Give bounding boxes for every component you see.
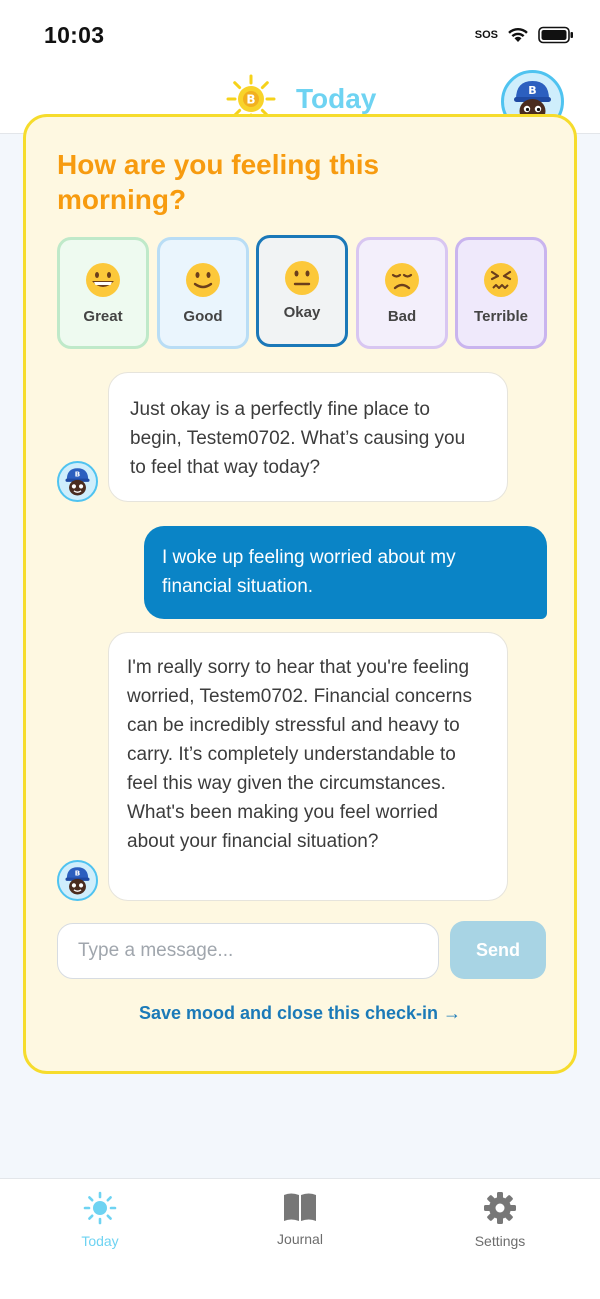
confounded-face-icon [484, 263, 518, 297]
mood-option-good[interactable]: Good [157, 237, 249, 349]
battery-icon [538, 26, 573, 44]
grinning-face-icon [86, 263, 120, 297]
tab-settings[interactable]: Settings [440, 1191, 560, 1249]
tab-today[interactable]: Today [40, 1191, 160, 1249]
status-time: 10:03 [44, 22, 105, 48]
mood-label: Great [83, 308, 123, 325]
svg-text:B: B [75, 470, 80, 479]
bot-avatar: B [57, 461, 98, 502]
message-input[interactable]: Type a message... [57, 923, 439, 979]
mood-option-bad[interactable]: Bad [356, 237, 448, 349]
tab-label: Today [81, 1233, 119, 1249]
smiling-face-icon [186, 263, 220, 297]
page-title: Today [296, 83, 377, 114]
tab-journal[interactable]: Journal [240, 1191, 360, 1247]
gear-icon [484, 1192, 516, 1224]
book-icon [284, 1193, 316, 1221]
bot-message: Just okay is a perfectly fine place to b… [108, 372, 508, 502]
disappointed-face-icon [385, 263, 419, 297]
neutral-face-icon [285, 261, 319, 295]
mood-label: Good [183, 308, 223, 325]
svg-text:B: B [528, 84, 536, 97]
bot-avatar: B [57, 860, 98, 901]
mood-label: Okay [283, 304, 321, 321]
avatar-character-icon: B [65, 468, 90, 496]
bot-message: I'm really sorry to hear that you're fee… [108, 632, 508, 901]
svg-text:B: B [246, 93, 255, 107]
mood-selector: Great Good Okay Bad Terrible [57, 235, 547, 351]
user-message: I woke up feeling worried about my finan… [144, 526, 547, 619]
sos-indicator: SOS [474, 29, 498, 41]
checkin-question: How are you feeling this morning? [57, 149, 380, 215]
mood-option-great[interactable]: Great [57, 237, 149, 349]
wifi-icon [508, 27, 528, 42]
tab-label: Journal [277, 1231, 323, 1247]
save-mood-link[interactable]: Save mood and close this check-in → [26, 1003, 574, 1024]
status-icons: SOS [475, 26, 574, 44]
checkin-card: How are you feeling this morning? Great … [23, 114, 577, 1074]
svg-text:B: B [75, 869, 80, 878]
send-button[interactable]: Send [450, 921, 546, 979]
sun-icon [83, 1191, 117, 1225]
mood-label: Terrible [474, 308, 528, 325]
mood-option-okay[interactable]: Okay [256, 235, 348, 347]
mood-option-terrible[interactable]: Terrible [455, 237, 547, 349]
mood-label: Bad [387, 308, 417, 325]
tab-bar: Today Journal Settings [0, 1178, 600, 1299]
tab-label: Settings [474, 1233, 526, 1249]
avatar-character-icon: B [65, 867, 90, 895]
status-bar: 10:03 SOS [0, 0, 600, 66]
